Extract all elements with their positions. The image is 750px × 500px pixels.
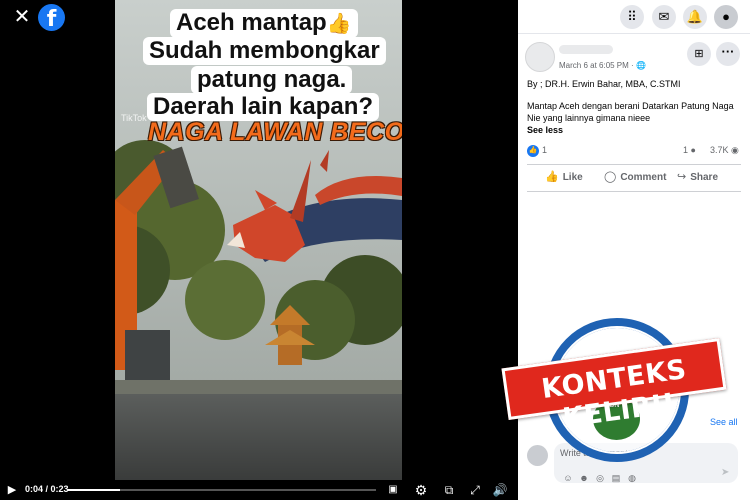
messenger-icon[interactable]: ✉ <box>652 5 676 29</box>
share-button[interactable]: ↪ Share <box>677 170 718 183</box>
top-bar: ⠿ ✉ 🔔 ● <box>518 0 750 34</box>
like-reaction-icon[interactable]: 👍 <box>527 145 539 157</box>
video-caption-line-3: patung naga. <box>191 66 353 94</box>
eye-icon: ◉ <box>731 145 739 155</box>
post-body: By ; DR.H. Erwin Bahar, MBA, C.STMI Mant… <box>518 78 750 136</box>
close-icon[interactable]: ✕ <box>12 7 32 27</box>
viewer-avatar[interactable] <box>527 445 548 466</box>
bell-icon[interactable]: 🔔 <box>683 5 707 29</box>
save-icon[interactable]: ⊞ <box>687 42 711 66</box>
video-caption-line-1: Aceh mantap👍 <box>170 9 358 38</box>
comment-count[interactable]: 1 ● <box>683 145 696 155</box>
video-viewer: ✕ f TikTok Aceh mantap👍 Sudah membongkar… <box>0 0 518 500</box>
video-controls: ▶ 0:04 / 0:23 ▣ ⚙ ⧉ ⤢ 🔊 <box>0 480 518 500</box>
view-count: 3.7K ◉ <box>710 145 739 155</box>
facebook-logo[interactable]: f <box>38 4 65 31</box>
video-caption-line-4: Daerah lain kapan? <box>147 93 380 121</box>
emoji-icon[interactable]: ☻ <box>576 473 592 483</box>
video-frame[interactable]: TikTok Aceh mantap👍 Sudah membongkar pat… <box>115 0 402 480</box>
post-byline: By ; DR.H. Erwin Bahar, MBA, C.STMI <box>527 79 681 89</box>
tiktok-watermark: TikTok <box>121 113 147 123</box>
like-count[interactable]: 1 <box>542 145 547 155</box>
time-display: 0:04 / 0:23 <box>25 484 69 494</box>
account-icon[interactable]: ● <box>714 5 738 29</box>
grid-icon[interactable]: ⠿ <box>620 5 644 29</box>
comment-tools: ☺ ☻ ◎ ▤ ◍ <box>560 468 640 486</box>
gear-icon[interactable]: ⚙ <box>414 482 428 498</box>
play-icon[interactable]: ▶ <box>6 482 18 498</box>
share-icon: ↪ <box>677 171 687 183</box>
video-overlay-title: NAGA LAWAN BECO <box>148 118 402 146</box>
duration: 0:23 <box>50 484 69 494</box>
post-header: March 6 at 6:05 PM · 🌐 ⊞ ··· <box>518 34 750 78</box>
video-caption-line-2: Sudah membongkar <box>143 37 386 65</box>
avatar-sticker-icon[interactable]: ◍ <box>624 473 640 484</box>
captions-icon[interactable]: ▣ <box>386 482 400 498</box>
more-options-icon[interactable]: ··· <box>716 42 740 66</box>
progress-bar[interactable] <box>68 489 376 491</box>
progress-fill <box>68 489 121 491</box>
gif-icon[interactable]: ▤ <box>608 473 624 484</box>
post-message: Mantap Aceh dengan berani Datarkan Patun… <box>527 101 734 123</box>
camera-icon[interactable]: ◎ <box>592 473 608 484</box>
picture-in-picture-icon[interactable]: ⧉ <box>441 482 457 498</box>
comment-button[interactable]: ◯ Comment <box>604 170 666 183</box>
send-icon[interactable]: ➤ <box>721 467 729 478</box>
like-button[interactable]: 👍 Like <box>545 170 583 183</box>
author-name-redacted[interactable] <box>559 45 613 54</box>
post-stats: 👍 1 1 ● 3.7K ◉ <box>518 140 750 164</box>
thumbs-up-outline-icon: 👍 <box>545 171 559 183</box>
volume-icon[interactable]: 🔊 <box>492 482 508 498</box>
post-date[interactable]: March 6 at 6:05 PM · 🌐 <box>559 61 646 70</box>
comment-bubble-icon: ● <box>690 145 696 155</box>
globe-icon: 🌐 <box>635 61 646 70</box>
facebook-video-viewer: ✕ f TikTok Aceh mantap👍 Sudah membongkar… <box>0 0 750 500</box>
sticker-icon[interactable]: ☺ <box>560 473 576 483</box>
see-less-link[interactable]: See less <box>527 124 741 136</box>
author-avatar[interactable] <box>525 42 555 72</box>
fullscreen-icon[interactable]: ⤢ <box>467 482 483 498</box>
post-actions: 👍 Like ◯ Comment ↪ Share <box>527 164 741 192</box>
comment-icon: ◯ <box>604 171 617 183</box>
see-all-comments-link[interactable]: See all <box>710 417 738 427</box>
current-time: 0:04 <box>25 484 44 494</box>
thumbs-up-icon: 👍 <box>326 13 352 35</box>
